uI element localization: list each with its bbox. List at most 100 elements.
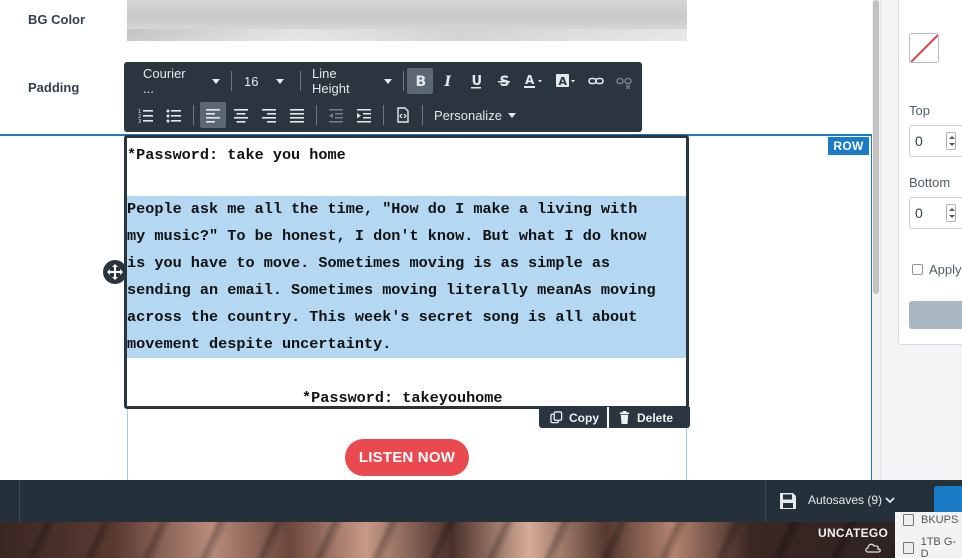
copy-button[interactable]: Copy xyxy=(539,407,607,428)
personalize-dropdown[interactable]: Personalize xyxy=(428,102,522,128)
scrollbar-thumb[interactable] xyxy=(873,0,879,294)
chevron-down-icon xyxy=(212,78,220,84)
drive-icon xyxy=(903,514,914,526)
align-center-button[interactable] xyxy=(228,102,254,128)
link-button[interactable] xyxy=(583,68,609,94)
bg-color-swatch[interactable] xyxy=(909,33,939,63)
drive-item-label: 1TB G-D xyxy=(920,536,957,558)
align-right-button[interactable] xyxy=(256,102,282,128)
strikethrough-button[interactable]: S xyxy=(491,68,517,94)
unlink-button[interactable] xyxy=(611,68,637,94)
svg-text:A: A xyxy=(525,73,535,87)
font-family-select[interactable]: Courier ... xyxy=(124,66,226,96)
editor-content[interactable]: *Password: take you home People ask me a… xyxy=(127,142,686,407)
save-icon[interactable] xyxy=(779,492,797,510)
copy-label: Copy xyxy=(569,410,599,425)
listen-now-button[interactable]: LISTEN NOW xyxy=(345,439,469,476)
justify-icon xyxy=(290,109,304,123)
bottom-padding-stepper[interactable] xyxy=(946,204,956,222)
paragraph-line: my music?" To be honest, I don't know. B… xyxy=(127,227,647,245)
toolbar-divider xyxy=(403,71,404,91)
bold-button[interactable]: B xyxy=(407,68,433,94)
move-handle[interactable] xyxy=(103,260,127,284)
apply-checkbox[interactable] xyxy=(912,264,923,275)
personalize-label: Personalize xyxy=(434,107,502,123)
font-size-value: 16 xyxy=(244,73,259,89)
toolbar-divider xyxy=(316,105,317,125)
highlight-color-button[interactable]: A xyxy=(551,68,581,94)
paragraph-line: People ask me all the time, "How do I ma… xyxy=(127,200,638,218)
chevron-down-icon xyxy=(384,78,392,84)
paragraph-line: sending an email. Sometimes moving liter… xyxy=(127,281,656,299)
apply-label: Apply xyxy=(929,262,962,277)
underline-icon: U xyxy=(471,74,482,89)
line-height-select[interactable]: Line Height xyxy=(306,66,398,96)
italic-button[interactable]: I xyxy=(435,68,461,94)
chevron-down-icon xyxy=(276,78,285,84)
underline-button[interactable]: U xyxy=(463,68,489,94)
row-badge[interactable]: ROW xyxy=(828,137,869,155)
chevron-down-icon xyxy=(507,112,516,118)
password-prefix: *Password: xyxy=(302,389,403,407)
bottom-padding-label: Bottom xyxy=(909,175,951,190)
canvas-scrollbar[interactable] xyxy=(872,0,880,480)
category-label: UNCATEGO xyxy=(818,526,889,540)
code-file-icon xyxy=(397,107,409,123)
align-left-button[interactable] xyxy=(200,102,226,128)
toolbar-divider xyxy=(383,105,384,125)
trash-icon xyxy=(619,411,630,424)
email-editor-canvas: ROW Courier ... 16 Line Height B I U S A… xyxy=(0,0,962,558)
ordered-list-button[interactable]: 123 xyxy=(133,102,159,128)
indent-button[interactable] xyxy=(351,102,377,128)
svg-text:3: 3 xyxy=(138,119,141,123)
panel-action-button[interactable] xyxy=(909,301,962,329)
drive-icon xyxy=(903,542,914,554)
source-code-button[interactable] xyxy=(390,102,416,128)
autosaves-dropdown[interactable]: Autosaves (9) xyxy=(808,493,882,507)
text-color-icon: A xyxy=(524,73,542,88)
top-padding-stepper[interactable] xyxy=(946,132,956,150)
italic-icon: I xyxy=(444,74,452,89)
strikethrough-icon: S xyxy=(498,74,510,89)
toolbar-row-2: 123 Personalize xyxy=(124,99,522,131)
delete-button[interactable]: Delete xyxy=(609,407,681,428)
outdent-button[interactable] xyxy=(323,102,349,128)
align-center-icon xyxy=(234,109,248,123)
toolbar-divider xyxy=(300,71,301,91)
cloud-icon xyxy=(865,543,881,553)
paragraph-line: movement despite uncertainty. xyxy=(127,331,396,358)
align-left-icon xyxy=(206,109,220,123)
bar-divider xyxy=(19,480,20,522)
bullet-list-button[interactable] xyxy=(161,102,187,128)
top-padding-label: Top xyxy=(909,103,930,118)
password-line: *Password: take you home xyxy=(127,146,346,164)
bold-icon: B xyxy=(416,74,427,89)
header-image[interactable] xyxy=(127,0,687,41)
text-block-editor[interactable]: *Password: take you home People ask me a… xyxy=(124,135,689,409)
blank-line xyxy=(127,358,686,385)
bullet-list-icon xyxy=(166,109,181,123)
toolbar-divider xyxy=(231,71,232,91)
paragraph-line: across the country. This week's secret s… xyxy=(127,308,638,326)
text-color-button[interactable]: A xyxy=(519,68,549,94)
password-line-centered: *Password: takeyouhome xyxy=(127,385,686,407)
delete-label: Delete xyxy=(637,410,674,425)
block-action-bar: Copy Delete xyxy=(539,407,690,428)
svg-text:B: B xyxy=(416,74,427,89)
toolbar-row-1: Courier ... 16 Line Height B I U S A A xyxy=(124,65,638,97)
justify-button[interactable] xyxy=(284,102,310,128)
drive-item[interactable]: 1TB G-D xyxy=(903,536,962,558)
drive-item[interactable]: BKUPS xyxy=(903,514,958,526)
chevron-down-icon[interactable] xyxy=(885,495,895,505)
settings-panel xyxy=(880,0,962,480)
highlight-icon: A xyxy=(556,74,575,88)
svg-text:I: I xyxy=(444,74,452,89)
font-size-select[interactable]: 16 xyxy=(237,68,295,94)
drive-item-label: BKUPS xyxy=(921,514,959,526)
outdent-icon xyxy=(329,109,343,123)
svg-text:A: A xyxy=(559,75,568,88)
toolbar-divider xyxy=(193,105,194,125)
align-right-icon xyxy=(262,109,276,123)
selected-paragraph[interactable]: People ask me all the time, "How do I ma… xyxy=(127,196,686,358)
